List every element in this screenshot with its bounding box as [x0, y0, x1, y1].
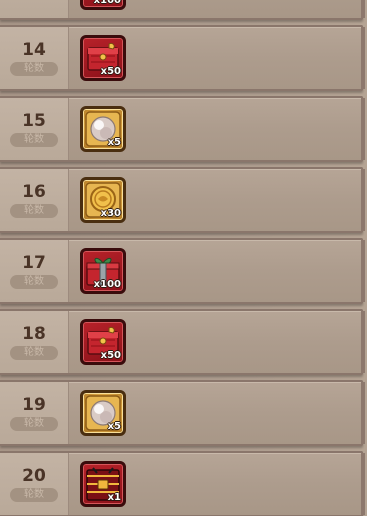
pearl-icon[interactable]: x5	[80, 390, 126, 436]
item-quantity: x100	[93, 279, 121, 290]
round-cell: 20 轮数	[0, 453, 69, 515]
pearl-icon[interactable]: x5	[80, 106, 126, 152]
round-cell: 18 轮数	[0, 311, 69, 373]
round-number: 18	[22, 324, 46, 344]
red-chest-icon[interactable]: x50	[80, 35, 126, 81]
round-number: 17	[22, 253, 46, 273]
reward-slot[interactable]: x1	[80, 461, 126, 507]
reward-row: 15 轮数 x5	[0, 96, 365, 162]
reward-row: 17 轮数 x100	[0, 238, 365, 304]
round-label: 轮数	[10, 275, 58, 289]
reward-slot[interactable]: x5	[80, 106, 126, 152]
round-number: 15	[22, 111, 46, 131]
item-quantity: x5	[107, 137, 121, 148]
round-label: 轮数	[10, 62, 58, 76]
round-cell: 轮数	[0, 0, 69, 18]
round-number: 14	[22, 40, 46, 60]
gift-box-icon[interactable]: x100	[80, 248, 126, 294]
reward-slot[interactable]: x50	[80, 319, 126, 365]
item-quantity: x5	[107, 421, 121, 432]
reward-row: 14 轮数 x50	[0, 25, 365, 91]
item-quantity: x50	[100, 350, 121, 361]
reward-row: 19 轮数 x5	[0, 380, 365, 446]
round-number: 19	[22, 395, 46, 415]
reward-slot[interactable]: x50	[80, 35, 126, 81]
item-quantity: x50	[100, 66, 121, 77]
reward-slot[interactable]: x100	[80, 248, 126, 294]
red-chest-icon[interactable]: x100	[80, 0, 126, 10]
reward-row: 18 轮数 x50	[0, 309, 365, 375]
reward-slot[interactable]: x5	[80, 390, 126, 436]
reward-row: 轮数 x100	[0, 0, 365, 20]
round-label: 轮数	[10, 488, 58, 502]
red-chest-icon[interactable]: x50	[80, 319, 126, 365]
round-label: 轮数	[10, 417, 58, 431]
reward-row: 20 轮数 x1	[0, 451, 365, 516]
round-number: 20	[22, 466, 46, 486]
treasure-chest-icon[interactable]: x1	[80, 461, 126, 507]
round-label: 轮数	[10, 204, 58, 218]
round-reward-list[interactable]: 轮数 x100 14 轮数 x50 15 轮数 x5 16 轮数 x30 17 轮数	[0, 0, 367, 516]
round-cell: 19 轮数	[0, 382, 69, 444]
item-quantity: x30	[100, 208, 121, 219]
round-cell: 16 轮数	[0, 169, 69, 231]
round-label: 轮数	[10, 133, 58, 147]
round-cell: 17 轮数	[0, 240, 69, 302]
item-quantity: x1	[107, 492, 121, 503]
round-number: 16	[22, 182, 46, 202]
item-quantity: x100	[93, 0, 121, 6]
round-label: 轮数	[10, 346, 58, 360]
reward-row: 16 轮数 x30	[0, 167, 365, 233]
round-cell: 15 轮数	[0, 98, 69, 160]
round-cell: 14 轮数	[0, 27, 69, 89]
reward-slot[interactable]: x100	[80, 0, 126, 10]
gold-coin-icon[interactable]: x30	[80, 177, 126, 223]
reward-slot[interactable]: x30	[80, 177, 126, 223]
